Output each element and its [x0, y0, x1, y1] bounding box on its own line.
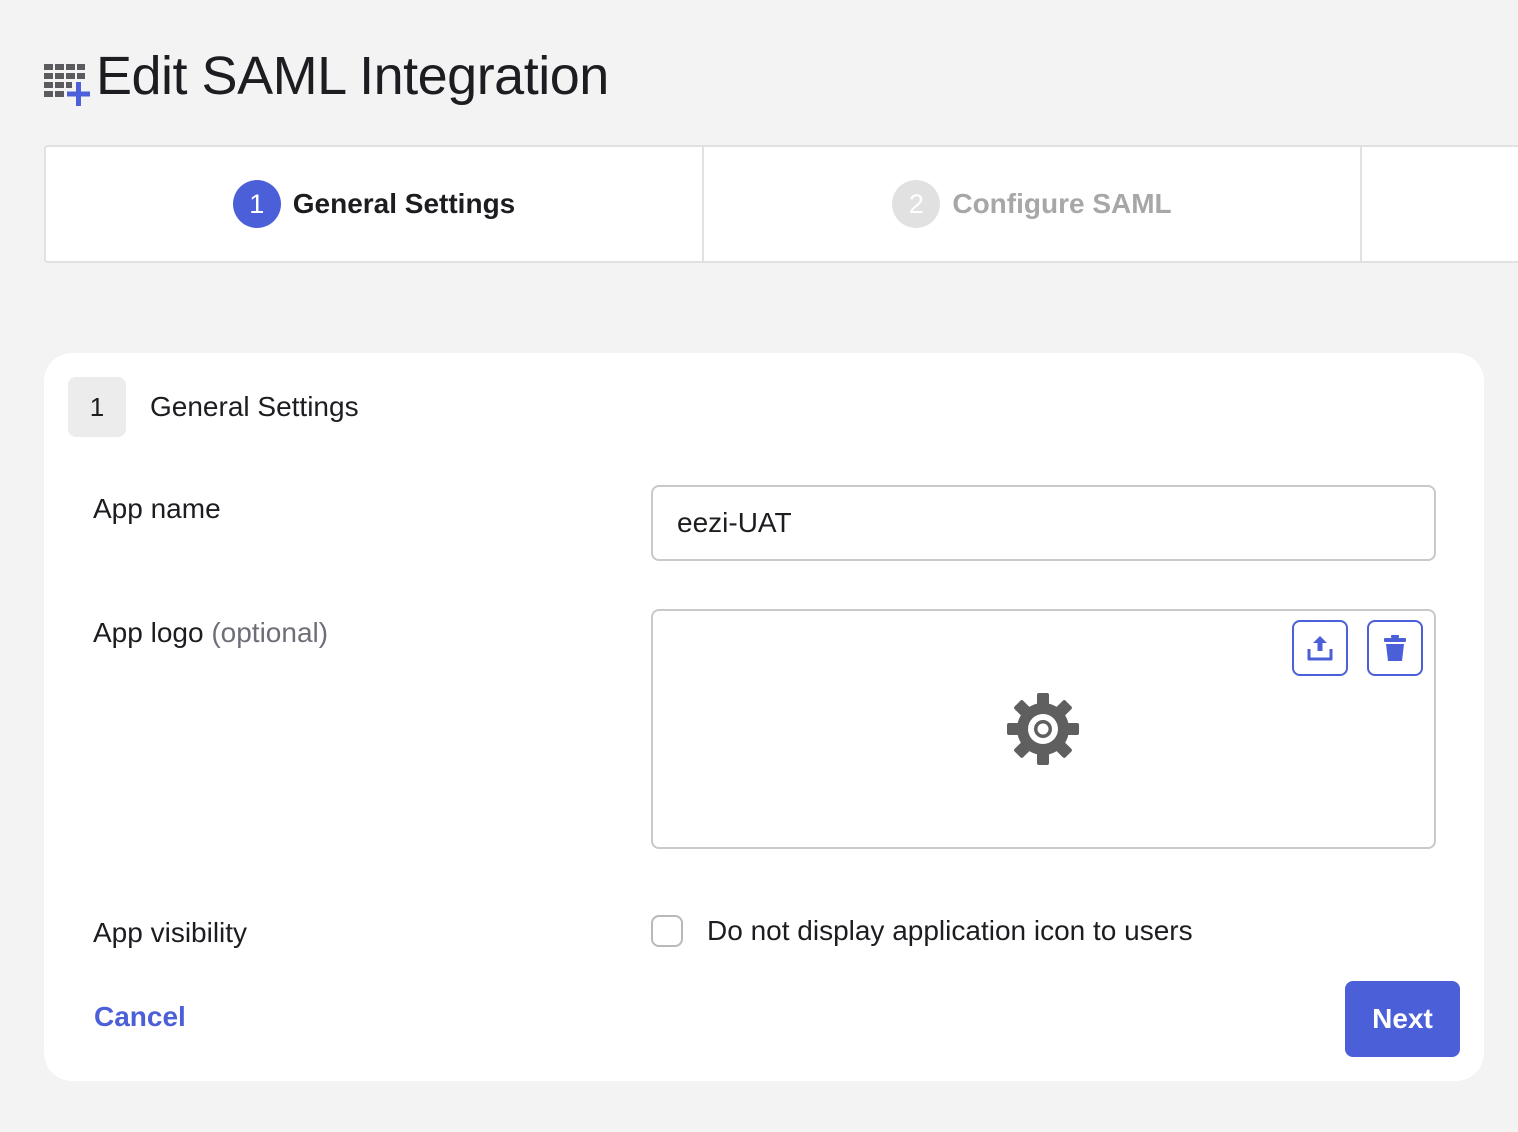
upload-icon: [1307, 636, 1333, 661]
cancel-link[interactable]: Cancel: [94, 1001, 186, 1033]
app-name-input[interactable]: [651, 485, 1436, 561]
gear-icon: [1007, 693, 1079, 765]
app-logo-label: App logo (optional): [93, 617, 328, 649]
section-number: 1: [68, 377, 126, 437]
delete-logo-button[interactable]: [1367, 620, 1423, 676]
section-title: General Settings: [150, 391, 359, 422]
general-settings-card: 1 General Settings App name App logo (op…: [44, 353, 1484, 1081]
step-number-badge: 1: [232, 180, 281, 228]
page-header: Edit SAML Integration: [40, 44, 609, 108]
page-title: Edit SAML Integration: [96, 46, 609, 106]
hide-icon-checkbox-row[interactable]: Do not display application icon to users: [651, 915, 1193, 947]
upload-logo-button[interactable]: [1292, 620, 1348, 676]
hide-icon-checkbox-label[interactable]: Do not display application icon to users: [707, 915, 1193, 947]
step-label: General Settings: [292, 188, 516, 219]
section-header: 1 General Settings: [68, 377, 359, 437]
step-configure-saml[interactable]: 2 Configure SAML: [704, 147, 1362, 261]
app-logo-dropzone[interactable]: [651, 609, 1436, 849]
step-number-badge: 2: [892, 180, 941, 228]
step-general-settings[interactable]: 1 General Settings: [46, 147, 704, 261]
hide-icon-checkbox[interactable]: [651, 915, 683, 947]
wizard-stepper: 1 General Settings 2 Configure SAML: [44, 145, 1518, 263]
step-next-partial: [1362, 147, 1518, 261]
next-button[interactable]: Next: [1345, 981, 1460, 1057]
step-label: Configure SAML: [952, 188, 1172, 219]
optional-hint: (optional): [211, 617, 329, 648]
app-visibility-label: App visibility: [93, 917, 248, 948]
apps-add-icon: [44, 64, 90, 106]
trash-icon: [1384, 635, 1406, 661]
app-logo-label-text: App logo: [93, 617, 204, 648]
app-name-label: App name: [93, 493, 221, 524]
